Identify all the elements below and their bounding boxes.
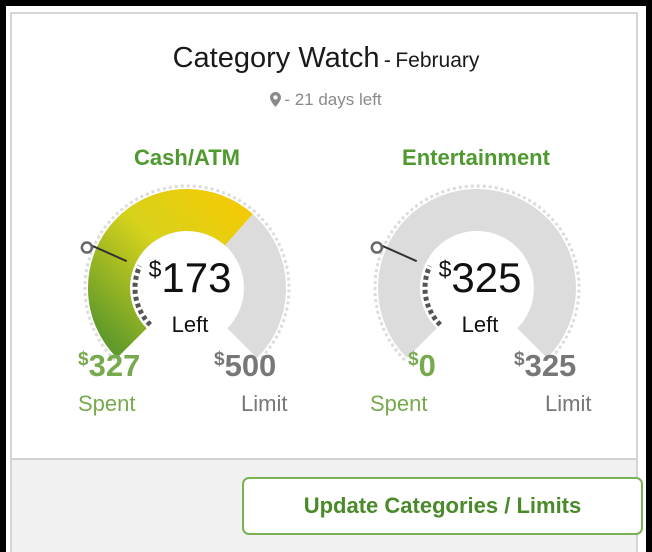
currency-symbol: $ (408, 349, 419, 370)
update-categories-limits-button[interactable]: Update Categories / Limits (242, 477, 643, 535)
category-watch-widget: Category Watch - February - 21 days left… (0, 0, 652, 552)
gauge-pin-icon (80, 241, 94, 254)
category-name-cash-atm: Cash/ATM (134, 145, 240, 170)
limit-amount: $500 (214, 350, 276, 381)
limit-label: Limit (241, 391, 288, 416)
left-amount: $325 (410, 257, 550, 299)
map-marker-icon (270, 92, 282, 107)
currency-symbol: $ (78, 349, 89, 370)
limit-amount-value: 325 (524, 348, 577, 383)
widget-border-right (646, 0, 652, 552)
month-label: February (395, 49, 480, 72)
days-left-text: - 21 days left (284, 90, 382, 109)
widget-border-top (0, 0, 652, 6)
days-left-info: - 21 days left (0, 90, 652, 110)
spent-amount: $0 (408, 350, 436, 381)
gauge-pin-icon (370, 241, 384, 254)
category-name-entertainment: Entertainment (402, 145, 550, 170)
currency-symbol: $ (148, 256, 162, 282)
currency-symbol: $ (214, 349, 225, 370)
widget-title: Category Watch - February (0, 42, 652, 75)
limit-label: Limit (545, 391, 592, 416)
limit-amount: $325 (514, 350, 576, 381)
card-frame-top (10, 12, 638, 14)
left-amount: $173 (120, 257, 260, 299)
left-label: Left (461, 312, 499, 337)
left-label: Left (171, 312, 209, 337)
title-text: Category Watch (172, 42, 380, 74)
currency-symbol: $ (514, 349, 525, 370)
spent-amount: $327 (78, 350, 140, 381)
limit-amount-value: 500 (224, 348, 277, 383)
widget-border-left (0, 0, 6, 552)
left-amount-value: 325 (451, 254, 522, 301)
title-separator: - (383, 49, 391, 72)
spent-amount-value: 327 (88, 348, 141, 383)
left-amount-value: 173 (161, 254, 232, 301)
currency-symbol: $ (438, 256, 452, 282)
spent-label: Spent (370, 391, 428, 416)
spent-amount-value: 0 (418, 348, 436, 383)
spent-label: Spent (78, 391, 136, 416)
